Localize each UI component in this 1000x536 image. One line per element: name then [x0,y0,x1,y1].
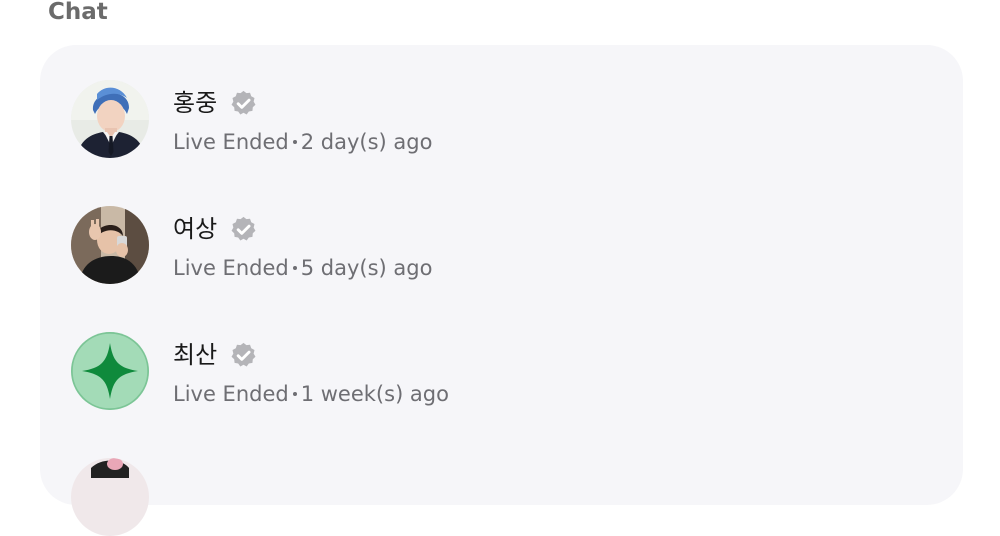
last-live-time: 1 week(s) ago [300,382,449,406]
chat-status: Live Ended 5 day(s) ago [173,254,432,282]
live-status: Live Ended [173,130,289,154]
separator-dot [292,392,297,396]
chat-list-item[interactable]: 여상 Live Ended 5 day(s) ago [71,206,931,286]
chat-status: Live Ended 2 day(s) ago [173,128,432,156]
chat-name: 최산 [173,341,218,369]
avatar-partial [71,458,149,536]
last-live-time: 2 day(s) ago [300,130,433,154]
chat-status: Live Ended 1 week(s) ago [173,380,449,408]
verified-badge-icon [229,215,258,244]
separator-dot [292,266,297,270]
avatar [71,332,149,410]
last-live-time: 5 day(s) ago [300,256,433,280]
chat-list-item[interactable]: 홍중 Live Ended 2 day(s) ago [71,80,931,160]
portrait-photo [71,80,149,158]
name-row: 최산 [173,338,258,372]
verified-badge-icon [229,89,258,118]
chat-name: 홍중 [173,89,218,117]
chat-name: 여상 [173,215,218,243]
live-status: Live Ended [173,382,289,406]
chat-list-item[interactable]: 최산 Live Ended 1 week(s) ago [71,332,931,412]
verified-badge-icon [229,341,258,370]
green-sparkle-icon [71,332,149,410]
separator-dot [292,140,297,144]
section-title: Chat [48,0,108,25]
avatar [71,80,149,158]
name-row: 여상 [173,212,258,246]
selfie-photo [71,206,149,284]
live-status: Live Ended [173,256,289,280]
name-row: 홍중 [173,86,258,120]
avatar [71,206,149,284]
chat-list-panel: 홍중 Live Ended 2 day(s) ago 여상 Live Ended… [40,45,963,536]
